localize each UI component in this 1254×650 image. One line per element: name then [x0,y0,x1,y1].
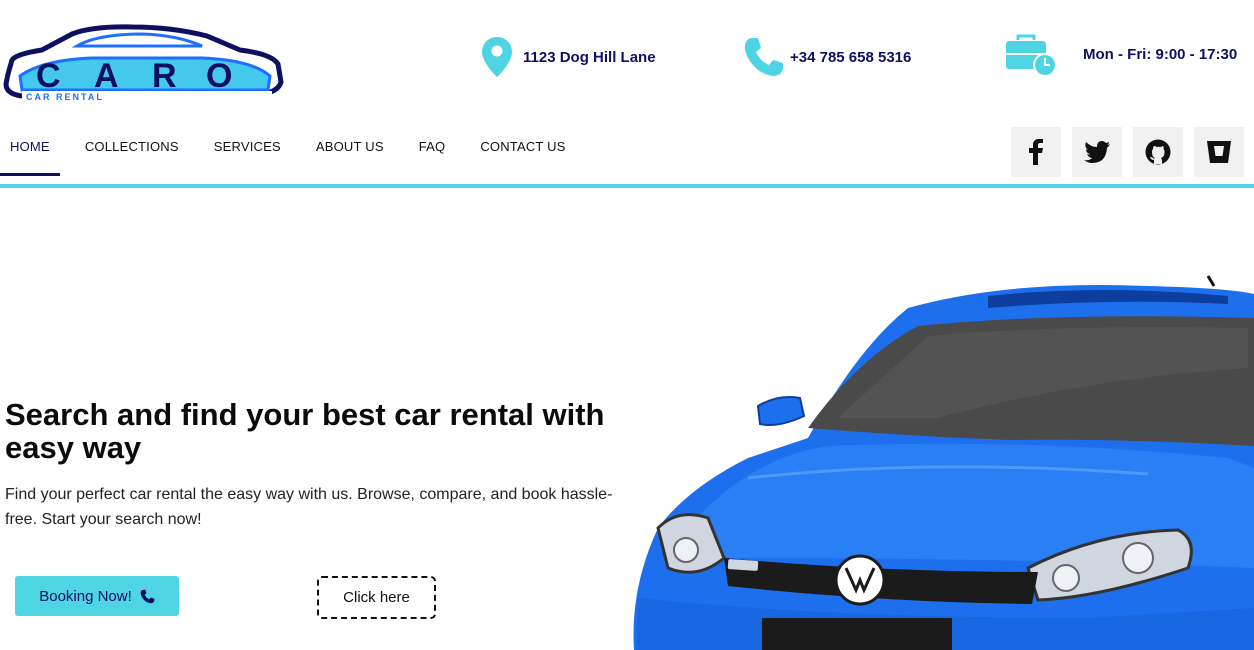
bitbucket-icon [1207,141,1231,163]
nav-menu: HOME COLLECTIONS SERVICES ABOUT US FAQ C… [0,118,591,176]
hours-text: Mon - Fri: 9:00 - 17:30 [1083,45,1238,63]
svg-text:C: C [36,57,61,95]
svg-text:O: O [206,57,232,95]
click-here-button[interactable]: Click here [317,576,436,619]
twitter-button[interactable] [1072,127,1122,177]
nav-item-collections[interactable]: COLLECTIONS [75,118,189,176]
nav-item-about-us[interactable]: ABOUT US [306,118,394,176]
svg-text:A: A [94,57,119,95]
nav-item-services[interactable]: SERVICES [204,118,291,176]
nav-item-faq[interactable]: FAQ [409,118,456,176]
nav-item-home[interactable]: HOME [0,118,60,176]
facebook-button[interactable] [1011,127,1061,177]
main-navigation: HOME COLLECTIONS SERVICES ABOUT US FAQ C… [0,118,1254,184]
top-info-bar: CARO CAR RENTAL 1123 Dog Hill Lane +34 7… [0,0,1254,118]
facebook-icon [1029,139,1043,165]
booking-now-button[interactable]: Booking Now! [15,576,179,616]
social-links [1011,127,1244,177]
caro-logo[interactable]: CARO CAR RENTAL [2,24,284,104]
address-info: 1123 Dog Hill Lane [481,36,656,78]
logo-subtext: CAR RENTAL [26,92,104,102]
briefcase-clock-icon [1006,34,1057,77]
booking-now-label: Booking Now! [39,587,132,605]
phone-info[interactable]: +34 785 658 5316 [743,36,911,78]
bitbucket-button[interactable] [1194,127,1244,177]
hero-title: Search and find your best car rental wit… [5,397,605,465]
hero-description: Find your perfect car rental the easy wa… [5,486,613,528]
svg-text:R: R [152,57,177,95]
twitter-icon [1084,141,1110,163]
github-button[interactable] [1133,127,1183,177]
phone-icon [140,589,155,603]
map-pin-icon [482,37,512,77]
github-icon [1145,139,1171,165]
phone-icon [744,38,783,76]
hours-info: Mon - Fri: 9:00 - 17:30 [1004,34,1237,80]
nav-divider [0,184,1254,188]
nav-item-contact-us[interactable]: CONTACT US [470,118,575,176]
phone-text[interactable]: +34 785 658 5316 [790,49,911,66]
address-text: 1123 Dog Hill Lane [523,48,656,66]
hero-car-image [633,275,1254,650]
